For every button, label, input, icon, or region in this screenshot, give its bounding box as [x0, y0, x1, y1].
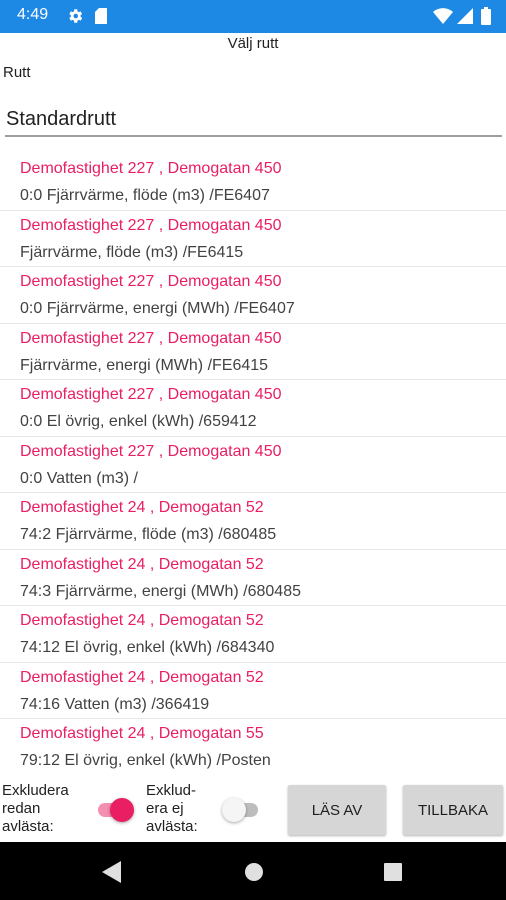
status-bar: 4:49: [0, 0, 506, 33]
back-button[interactable]: TILLBAKA: [403, 785, 503, 835]
list-item[interactable]: Demofastighet 24 , Demogatan 52 74:12 El …: [0, 606, 506, 663]
property-address: Demofastighet 227 , Demogatan 450: [20, 216, 282, 234]
meter-description: 0:0 Vatten (m3) /: [20, 469, 138, 487]
switch-thumb: [110, 798, 134, 822]
property-address: Demofastighet 227 , Demogatan 450: [20, 442, 282, 460]
list-item[interactable]: Demofastighet 227 , Demogatan 450 Fjärrvä…: [0, 324, 506, 380]
list-item[interactable]: Demofastighet 227 , Demogatan 450 0:0 Fjä…: [0, 267, 506, 324]
meter-description: 79:12 El övrig, enkel (kWh) /Posten: [20, 752, 271, 769]
recents-icon[interactable]: [384, 863, 402, 881]
list-item[interactable]: Demofastighet 24 , Demogatan 52 74:2 Fjär…: [0, 493, 506, 550]
exclude-unread-label-line: Exklud-: [146, 782, 197, 799]
meter-description: 0:0 El övrig, enkel (kWh) /659412: [20, 413, 257, 430]
list-item[interactable]: Demofastighet 227 , Demogatan 450 0:0 El …: [0, 380, 506, 437]
exclude-read-label-line: Exkludera: [2, 782, 69, 799]
list-item[interactable]: Demofastighet 227 , Demogatan 450 0:0 Fjä…: [0, 154, 506, 211]
list-item[interactable]: Demofastighet 227 , Demogatan 450 0:0 Vat…: [0, 437, 506, 493]
meter-description: 74:16 Vatten (m3) /366419: [20, 695, 210, 713]
page-title: Välj rutt: [227, 35, 279, 52]
switch-thumb: [222, 798, 246, 822]
meter-description: Fjärrvärme, flöde (m3) /FE6415: [20, 243, 244, 261]
wifi-icon: [433, 8, 453, 24]
property-address: Demofastighet 24 , Demogatan 52: [20, 668, 264, 686]
back-icon[interactable]: [102, 861, 122, 883]
property-address: Demofastighet 227 , Demogatan 450: [20, 160, 282, 177]
property-address: Demofastighet 24 , Demogatan 52: [20, 612, 264, 629]
meter-description: 0:0 Fjärrvärme, flöde (m3) /FE6407: [20, 187, 270, 204]
exclude-unread-switch[interactable]: [222, 798, 262, 822]
meter-description: Fjärrvärme, energi (MWh) /FE6415: [20, 356, 269, 374]
meter-description: 74:12 El övrig, enkel (kWh) /684340: [20, 639, 275, 656]
property-address: Demofastighet 227 , Demogatan 450: [20, 386, 282, 403]
meter-list[interactable]: Demofastighet 227 , Demogatan 450 0:0 Fjä…: [0, 154, 506, 772]
sd-card-icon: [95, 8, 107, 24]
exclude-unread-label-line: era ej: [146, 800, 184, 817]
property-address: Demofastighet 227 , Demogatan 450: [20, 273, 282, 290]
property-address: Demofastighet 24 , Demogatan 52: [20, 499, 264, 516]
exclude-read-label: Exkludera redan avlästa:: [2, 782, 69, 836]
read-button[interactable]: LÄS AV: [288, 785, 386, 835]
list-item[interactable]: Demofastighet 24 , Demogatan 52 74:3 Fjär…: [0, 550, 506, 606]
home-icon[interactable]: [244, 862, 264, 882]
list-item[interactable]: Demofastighet 24 , Demogatan 52 74:16 Vat…: [0, 663, 506, 719]
meter-description: 74:3 Fjärrvärme, energi (MWh) /680485: [20, 582, 301, 600]
exclude-read-label-line: redan: [2, 800, 41, 817]
meter-description: 74:2 Fjärrvärme, flöde (m3) /680485: [20, 526, 277, 543]
signal-icon: [457, 8, 473, 24]
navigation-bar: [0, 842, 506, 900]
route-input[interactable]: [5, 103, 502, 137]
property-address: Demofastighet 24 , Demogatan 55: [20, 725, 264, 742]
battery-icon: [481, 7, 491, 25]
gear-icon: [69, 9, 83, 23]
exclude-read-switch[interactable]: [96, 798, 136, 822]
list-item[interactable]: Demofastighet 227 , Demogatan 450 Fjärrvä…: [0, 211, 506, 267]
list-item[interactable]: Demofastighet 24 , Demogatan 55 79:12 El …: [0, 719, 506, 772]
route-label: Rutt: [3, 64, 31, 81]
property-address: Demofastighet 24 , Demogatan 52: [20, 555, 264, 573]
status-time: 4:49: [17, 6, 49, 23]
exclude-unread-label-line: avlästa:: [146, 818, 198, 835]
property-address: Demofastighet 227 , Demogatan 450: [20, 329, 282, 347]
exclude-read-label-line: avlästa:: [2, 818, 54, 835]
meter-description: 0:0 Fjärrvärme, energi (MWh) /FE6407: [20, 300, 295, 317]
exclude-unread-label: Exklud- era ej avlästa:: [146, 782, 198, 836]
bottom-bar: Exkludera redan avlästa: Exklud- era ej …: [0, 772, 506, 842]
